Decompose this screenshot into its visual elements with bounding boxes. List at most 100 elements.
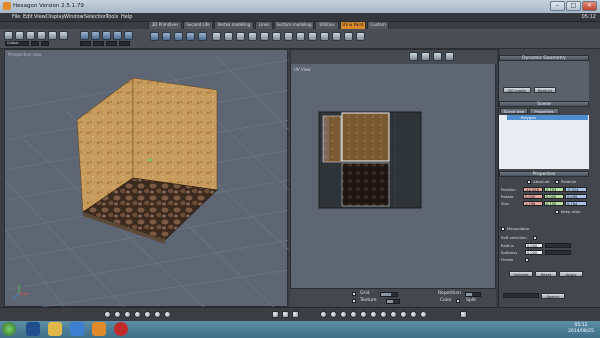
taskbar-app-5-icon[interactable] <box>114 322 128 336</box>
shading-3-icon[interactable] <box>340 311 347 318</box>
paint-tool-11-icon[interactable] <box>332 32 341 41</box>
uv-tool-3-icon[interactable] <box>174 32 183 41</box>
rotate-y-field[interactable]: 0.000 <box>544 194 564 199</box>
freeze-checkbox[interactable] <box>525 258 529 262</box>
start-orb-icon[interactable] <box>2 322 16 336</box>
toggle-local[interactable] <box>80 41 91 46</box>
shading-6-icon[interactable] <box>370 311 377 318</box>
tab-uv-paint[interactable]: UV & Paint <box>340 21 366 29</box>
paint-tool-10-icon[interactable] <box>320 32 329 41</box>
paint-tool-4-icon[interactable] <box>248 32 257 41</box>
reset-button[interactable]: Reset <box>535 271 557 277</box>
uv-island-floor[interactable] <box>341 162 390 207</box>
shading-2-icon[interactable] <box>330 311 337 318</box>
scene-tree-row[interactable]: Polygon <box>507 115 588 120</box>
paint-tool-7-icon[interactable] <box>284 32 293 41</box>
uv-viewport[interactable]: UV View <box>290 49 497 289</box>
mode-toggle-b[interactable] <box>41 41 49 46</box>
uv-tool-2-icon[interactable] <box>162 32 171 41</box>
menu-help[interactable]: Help <box>121 14 132 20</box>
texture-checkbox[interactable] <box>352 299 356 303</box>
shading-7-icon[interactable] <box>380 311 387 318</box>
shading-10-icon[interactable] <box>410 311 417 318</box>
position-y-field[interactable]: 0.793 <box>544 187 564 192</box>
soft-selection-checkbox[interactable] <box>533 236 537 240</box>
rotate-icon[interactable] <box>102 31 111 40</box>
menu-view[interactable]: View <box>34 14 46 20</box>
uv-island-wall[interactable] <box>322 115 342 163</box>
maximize-button[interactable]: □ <box>566 1 581 11</box>
move-icon[interactable] <box>91 31 100 40</box>
mode-toggle-a[interactable] <box>31 41 39 46</box>
shading-5-icon[interactable] <box>360 311 367 318</box>
browser-icon[interactable] <box>70 322 84 336</box>
validate-button[interactable]: Validate <box>509 271 533 277</box>
tab-scene-tree[interactable]: Scene tree <box>500 108 528 114</box>
shading-1-icon[interactable] <box>320 311 327 318</box>
paint-tool-5-icon[interactable] <box>260 32 269 41</box>
cube-icon[interactable] <box>80 31 89 40</box>
display-mode-2-icon[interactable] <box>282 311 289 318</box>
lasso-icon[interactable] <box>15 31 24 40</box>
radius-field[interactable]: 0.000 <box>525 243 543 248</box>
texture-slider[interactable] <box>386 299 400 304</box>
size-z-field[interactable]: 0.764 <box>565 201 587 206</box>
toggle-grid[interactable] <box>119 41 130 46</box>
keep-ratio-checkbox[interactable] <box>555 210 559 214</box>
paint-tool-2-icon[interactable] <box>224 32 233 41</box>
softness-slider[interactable] <box>545 250 571 255</box>
select-arrow-icon[interactable] <box>4 31 13 40</box>
paint-select-icon[interactable] <box>26 31 35 40</box>
toggle-world[interactable] <box>93 41 104 46</box>
uv-tool-1-icon[interactable] <box>150 32 159 41</box>
paint-tool-8-icon[interactable] <box>296 32 305 41</box>
view-ball-4-icon[interactable] <box>134 311 141 318</box>
properties-header[interactable]: Properties <box>499 171 589 177</box>
scene-header[interactable]: Scene <box>499 101 589 107</box>
tab-utilities[interactable]: Utilities <box>315 21 339 29</box>
menu-display[interactable]: Display <box>46 14 64 20</box>
position-z-field[interactable]: -0.314 <box>565 187 587 192</box>
position-x-field[interactable]: -12.326 <box>523 187 543 192</box>
restrict-button[interactable]: Restrict <box>534 87 556 93</box>
dg-mode-button[interactable]: DG mode <box>503 87 531 93</box>
softness-field[interactable]: 0.000 <box>525 250 543 255</box>
shading-8-icon[interactable] <box>390 311 397 318</box>
tab-vertex-modeling[interactable]: Vertex modeling <box>214 21 254 29</box>
edge-select-icon[interactable] <box>48 31 57 40</box>
menu-window[interactable]: Window <box>64 14 84 20</box>
display-mode-3-icon[interactable] <box>292 311 299 318</box>
tab-properties-scene[interactable]: Properties <box>529 108 559 114</box>
color-swatch[interactable] <box>456 299 460 303</box>
universal-manipulator-icon[interactable] <box>124 31 133 40</box>
paint-tool-13-icon[interactable] <box>356 32 365 41</box>
taskbar-app-1-icon[interactable] <box>26 322 40 336</box>
paint-tool-9-icon[interactable] <box>308 32 317 41</box>
display-mode-1-icon[interactable] <box>272 311 279 318</box>
paint-tool-3-icon[interactable] <box>236 32 245 41</box>
menu-file[interactable]: File <box>12 14 20 20</box>
view-ball-1-icon[interactable] <box>104 311 111 318</box>
absolute-radio[interactable] <box>527 180 531 184</box>
rotate-x-field[interactable]: 0.000 <box>523 194 543 199</box>
tab-lines[interactable]: Lines <box>255 21 273 29</box>
search-input[interactable] <box>503 293 539 298</box>
view-ball-5-icon[interactable] <box>144 311 151 318</box>
view-ball-2-icon[interactable] <box>114 311 121 318</box>
scale-icon[interactable] <box>113 31 122 40</box>
render-icon[interactable] <box>460 311 467 318</box>
shading-9-icon[interactable] <box>400 311 407 318</box>
close-button[interactable]: ✕ <box>582 1 597 11</box>
folder-icon[interactable] <box>48 322 62 336</box>
vertex-select-icon[interactable] <box>59 31 68 40</box>
radius-slider[interactable] <box>545 243 571 248</box>
uv-island-back[interactable] <box>341 112 390 162</box>
tab-custom[interactable]: Custom <box>367 21 389 29</box>
search-button[interactable]: Search <box>541 293 565 299</box>
face-select-icon[interactable] <box>37 31 46 40</box>
view-ball-3-icon[interactable] <box>124 311 131 318</box>
shading-11-icon[interactable] <box>420 311 427 318</box>
repetition-slider[interactable] <box>465 292 481 297</box>
shading-4-icon[interactable] <box>350 311 357 318</box>
paint-tool-1-icon[interactable] <box>212 32 221 41</box>
